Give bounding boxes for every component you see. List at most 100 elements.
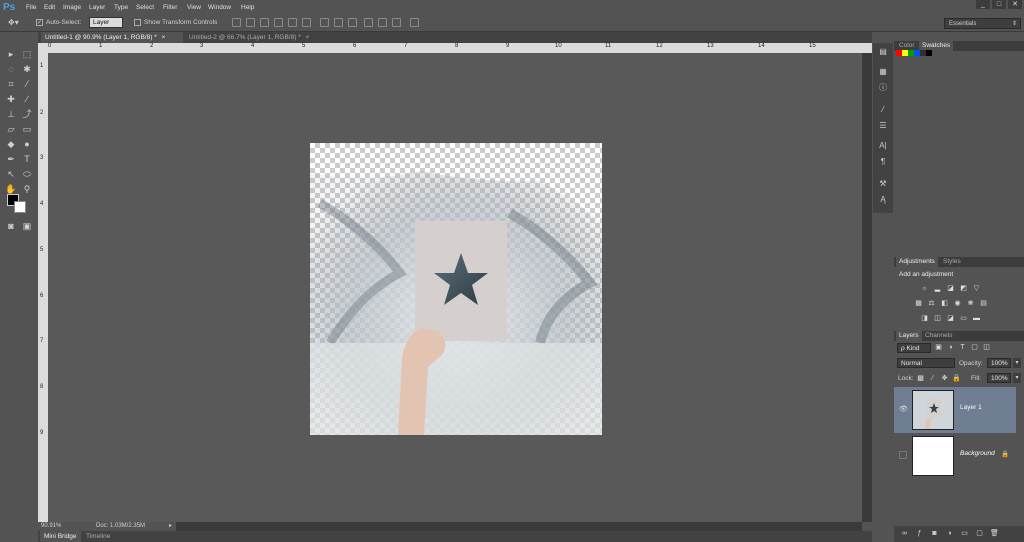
new-adjustment-icon[interactable]: ◑ <box>945 530 954 538</box>
tab-timeline[interactable]: Timeline <box>82 531 114 542</box>
crop-tool-icon[interactable]: ⌗ <box>5 79 17 89</box>
menu-layer[interactable]: Layer <box>89 0 105 15</box>
clone-stamp-tool-icon[interactable]: ⊥ <box>5 109 17 119</box>
tab-adjustments[interactable]: Adjustments <box>896 257 938 267</box>
auto-align-icon[interactable] <box>410 18 419 27</box>
align-top-icon[interactable] <box>232 18 241 27</box>
path-select-tool-icon[interactable]: ↖ <box>5 169 17 179</box>
distribute-left-icon[interactable] <box>364 18 373 27</box>
align-bottom-icon[interactable] <box>260 18 269 27</box>
history-panel-icon[interactable]: ▤ <box>878 47 888 57</box>
vibrance-icon[interactable]: ▽ <box>972 285 981 293</box>
align-hcenter-icon[interactable] <box>288 18 297 27</box>
fill-slider-button[interactable]: ▾ <box>1013 373 1021 383</box>
curves-icon[interactable]: ◪ <box>946 285 955 293</box>
tab-styles[interactable]: Styles <box>940 257 964 267</box>
distribute-bottom-icon[interactable] <box>348 18 357 27</box>
levels-icon[interactable]: ▂ <box>933 285 942 293</box>
gradient-map-icon[interactable]: ▬ <box>972 315 981 323</box>
color-balance-icon[interactable]: ⚖ <box>927 300 936 308</box>
type-tool-icon[interactable]: T <box>21 154 33 164</box>
lock-pixels-icon[interactable]: ∕ <box>928 375 937 383</box>
history-brush-tool-icon[interactable]: ⤴ <box>21 109 33 119</box>
status-menu-arrow-icon[interactable]: ▸ <box>169 522 172 531</box>
tab-mini-bridge[interactable]: Mini Bridge <box>40 531 81 542</box>
properties-panel-icon[interactable]: ▦ <box>878 67 888 77</box>
character-panel-icon[interactable]: A| <box>878 141 888 151</box>
exposure-icon[interactable]: ◩ <box>959 285 968 293</box>
paragraph-panel-icon[interactable]: ¶ <box>878 157 888 167</box>
opacity-slider-button[interactable]: ▾ <box>1013 358 1021 368</box>
filter-smart-object-icon[interactable]: ◫ <box>982 344 991 352</box>
posterize-icon[interactable]: ◫ <box>933 315 942 323</box>
dodge-tool-icon[interactable]: ● <box>21 139 33 149</box>
tab-layers[interactable]: Layers <box>896 331 922 341</box>
move-tool-icon[interactable]: ▸ <box>5 49 17 59</box>
distribute-right-icon[interactable] <box>392 18 401 27</box>
menu-select[interactable]: Select <box>136 0 154 15</box>
add-mask-icon[interactable]: ◙ <box>930 530 939 538</box>
filter-shape-icon[interactable]: ▢ <box>970 344 979 352</box>
eyedropper-tool-icon[interactable]: ⁄ <box>21 79 33 89</box>
menu-window[interactable]: Window <box>208 0 231 15</box>
character-styles-icon[interactable]: Ą <box>878 195 888 205</box>
color-lookup-icon[interactable]: ▤ <box>979 300 988 308</box>
minimize-button[interactable]: _ <box>976 0 990 9</box>
vertical-scrollbar[interactable] <box>862 53 872 522</box>
brightness-icon[interactable]: ☼ <box>920 285 929 293</box>
layer-row-layer-1[interactable]: 👁 Layer 1 <box>894 387 1016 433</box>
hue-saturation-icon[interactable]: ▦ <box>914 300 923 308</box>
invert-icon[interactable]: ◨ <box>920 315 929 323</box>
layer-name[interactable]: Layer 1 <box>960 404 982 411</box>
screen-mode-icon[interactable]: ▣ <box>21 221 33 231</box>
workspace-dropdown[interactable]: Essentials ⇕ <box>944 18 1021 29</box>
menu-image[interactable]: Image <box>63 0 81 15</box>
selective-color-icon[interactable]: ▭ <box>959 315 968 323</box>
visibility-toggle[interactable] <box>899 451 907 459</box>
layer-row-background[interactable]: Background 🔒 <box>894 433 1016 479</box>
layer-name[interactable]: Background <box>960 450 995 457</box>
zoom-tool-icon[interactable]: ⚲ <box>21 184 33 194</box>
delete-layer-icon[interactable]: 🗑 <box>990 530 999 538</box>
tab-untitled-2[interactable]: Untitled-2 @ 66.7% (Layer 1, RGB/8) * × <box>185 32 360 43</box>
show-transform-checkbox[interactable] <box>134 19 141 26</box>
brush-tool-icon[interactable]: ∕ <box>21 94 33 104</box>
lock-transparency-icon[interactable]: ▩ <box>916 375 925 383</box>
layer-kind-filter[interactable]: ρ Kind <box>897 343 931 353</box>
maximize-button[interactable]: □ <box>992 0 1006 9</box>
filter-pixel-icon[interactable]: ▣ <box>934 344 943 352</box>
horizontal-scrollbar[interactable] <box>176 522 862 531</box>
align-right-icon[interactable] <box>302 18 311 27</box>
lock-all-icon[interactable]: 🔒 <box>952 375 961 383</box>
close-icon[interactable]: × <box>306 34 310 41</box>
marquee-tool-icon[interactable]: ⬚ <box>21 49 33 59</box>
tab-channels[interactable]: Channels <box>922 331 955 341</box>
pen-tool-icon[interactable]: ✒ <box>5 154 17 164</box>
distribute-hcenter-icon[interactable] <box>378 18 387 27</box>
channel-mixer-icon[interactable]: ❀ <box>966 300 975 308</box>
auto-select-dropdown[interactable]: Layer <box>89 17 123 28</box>
shape-tool-icon[interactable]: ⬭ <box>21 169 33 179</box>
brush-panel-icon[interactable]: ⁄ <box>878 105 888 115</box>
brush-presets-icon[interactable]: ☰ <box>878 121 888 131</box>
link-layers-icon[interactable]: ∞ <box>900 530 909 538</box>
document-canvas[interactable] <box>310 143 602 435</box>
healing-brush-tool-icon[interactable]: ✚ <box>5 94 17 104</box>
quick-mask-icon[interactable]: ◙ <box>5 221 17 231</box>
background-color-swatch[interactable] <box>14 201 26 213</box>
info-panel-icon[interactable]: ⓘ <box>878 83 888 93</box>
fill-field[interactable]: 100% <box>987 373 1011 383</box>
layer-style-icon[interactable]: ƒ <box>915 530 924 538</box>
blend-mode-dropdown[interactable]: Normal <box>897 358 955 368</box>
align-vcenter-icon[interactable] <box>246 18 255 27</box>
threshold-icon[interactable]: ◪ <box>946 315 955 323</box>
auto-select-checkbox[interactable]: ✓ <box>36 19 43 26</box>
distribute-vcenter-icon[interactable] <box>334 18 343 27</box>
new-group-icon[interactable]: ▭ <box>960 530 969 538</box>
photo-filter-icon[interactable]: ◉ <box>953 300 962 308</box>
filter-adjustment-icon[interactable]: ◑ <box>946 344 955 352</box>
menu-help[interactable]: Help <box>241 0 254 15</box>
close-icon[interactable]: × <box>162 34 166 41</box>
visibility-eye-icon[interactable]: 👁 <box>899 405 908 414</box>
tool-presets-icon[interactable]: ⚒ <box>878 179 888 189</box>
